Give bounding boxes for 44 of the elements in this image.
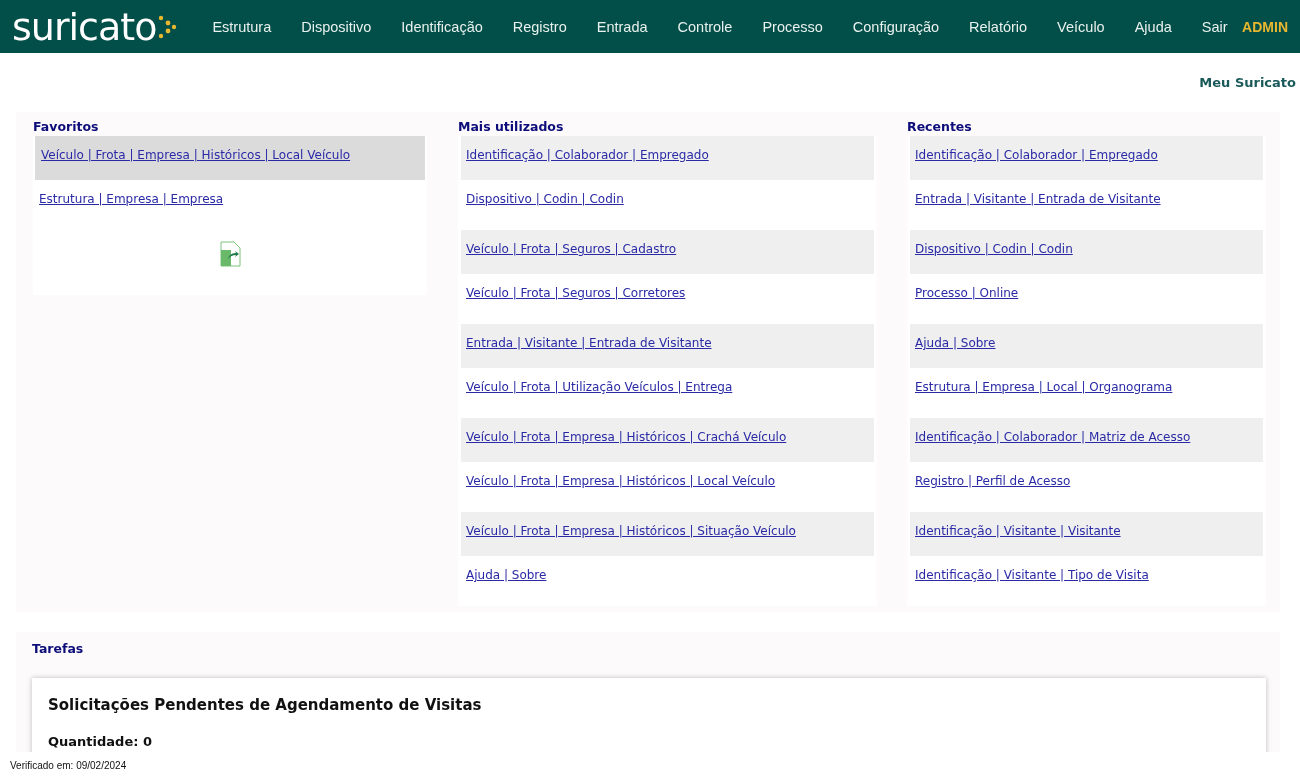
favorite-row[interactable]: Veículo | Frota | Empresa | Históricos | Local Veículo [35,136,425,180]
shortcut-link[interactable]: Processo | Online [915,286,1019,300]
shortcut-link[interactable]: Registro | Perfil de Acesso [915,474,1071,488]
section-title: Favoritos [33,118,100,136]
favorite-link[interactable]: Veículo | Frota | Empresa | Históricos | Local Veículo [41,148,351,162]
nav-menu-item[interactable]: Dispositivo [286,18,387,35]
user-name[interactable]: ADMIN [1242,18,1288,35]
nav-menu-item[interactable]: Estrutura [197,18,287,35]
task-count: Quantidade: 0 [48,734,153,749]
card-title: Solicitações Pendentes de Agendamento de Visitas [48,696,483,714]
section-title: Recentes [907,118,973,136]
nav-menu-item[interactable]: Relatório [954,18,1043,35]
shortcut-link[interactable]: Veículo | Frota | Empresa | Históricos | Local Veículo [466,474,776,488]
page-title: Meu Suricato [1199,75,1296,90]
nav-menu-item[interactable]: Entrada [581,18,663,35]
section-title: Mais utilizados [458,118,565,136]
shortcut-link[interactable]: Entrada | Visitante | Entrada de Visitante [915,192,1161,206]
nav-menu-item[interactable]: Controle [662,18,748,35]
nav-menu-item[interactable]: Sair [1186,18,1243,35]
document-arrow-icon[interactable] [218,241,242,267]
shortcut-link[interactable]: Entrada | Visitante | Entrada de Visitante [466,336,712,350]
shortcut-link[interactable]: Veículo | Frota | Seguros | Cadastro [466,242,677,256]
shortcut-link[interactable]: Dispositivo | Codin | Codin [915,242,1073,256]
shortcut-link[interactable]: Ajuda | Sobre [915,336,996,350]
nav-menu-item[interactable]: Veículo [1042,18,1120,35]
shortcut-link[interactable]: Identificação | Visitante | Visitante [915,524,1121,538]
section-title: Tarefas [32,640,85,658]
nav-menu-item[interactable]: Identificação [386,18,498,35]
shortcut-link[interactable]: Veículo | Frota | Utilização Veículos | Entrega [466,380,733,394]
shortcut-link[interactable]: Estrutura | Empresa | Local | Organograma [915,380,1173,394]
favorite-row[interactable]: Estrutura | Empresa | Empresa [33,180,427,227]
verified-date: Verificado em: 09/02/2024 [10,760,127,771]
shortcut-link[interactable]: Ajuda | Sobre [466,568,547,582]
nav-menu-item[interactable]: Registro [497,18,582,35]
nav-menu-item[interactable]: Configuração [837,18,955,35]
nav-menu-item[interactable]: Processo [747,18,838,35]
logo[interactable]: suricato [12,7,178,46]
shortcut-link[interactable]: Identificação | Colaborador | Empregado [466,148,709,162]
logo-dots-icon [157,13,178,40]
shortcut-link[interactable]: Dispositivo | Codin | Codin [466,192,624,206]
shortcut-link[interactable]: Veículo | Frota | Seguros | Corretores [466,286,686,300]
favorite-link[interactable]: Estrutura | Empresa | Empresa [39,192,224,206]
nav-menu-item[interactable]: Ajuda [1119,18,1187,35]
shortcut-link[interactable]: Identificação | Visitante | Tipo de Visita [915,568,1149,582]
